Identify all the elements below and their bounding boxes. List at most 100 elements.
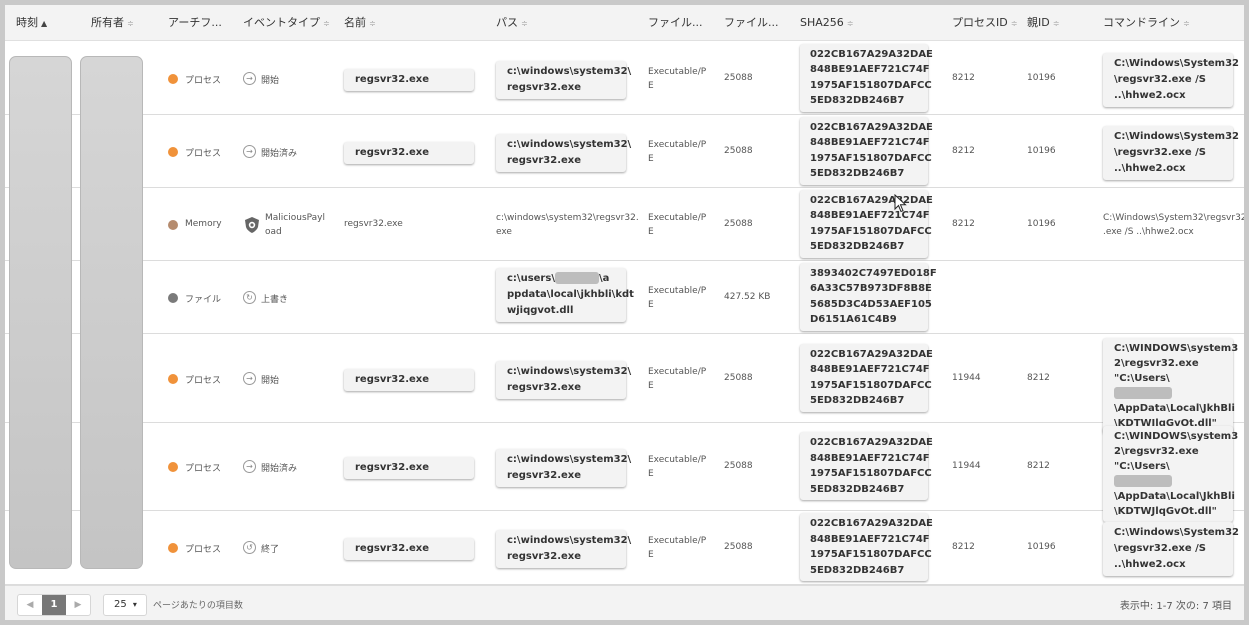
file-size: 25088	[724, 72, 753, 83]
sort-icon[interactable]: ≑	[1183, 19, 1190, 28]
column-header-owner[interactable]: 所有者 ≑	[91, 5, 134, 41]
parent-id: 10196	[1027, 145, 1056, 156]
file-type: Executable/P E	[648, 66, 707, 91]
sort-icon[interactable]: ≑	[521, 19, 528, 28]
sha256-chip[interactable]: 022CB167A29A32DAE 848BE91AEF721C74F 1975…	[800, 432, 933, 500]
column-header-sha256[interactable]: SHA256 ≑	[800, 5, 853, 41]
column-header-label: アーチフ...	[168, 16, 222, 29]
file-type: Executable/P E	[648, 212, 707, 237]
sha256-chip[interactable]: 022CB167A29A32DAE 848BE91AEF721C74F 1975…	[800, 116, 933, 185]
parent-id: 10196	[1027, 542, 1056, 552]
file-path-chip[interactable]: c:\windows\system32\ regsvr32.exe	[496, 60, 631, 99]
artifact-dot-icon	[168, 373, 178, 384]
file-type: Executable/P E	[648, 139, 707, 164]
column-header-time[interactable]: 時刻 ▲	[16, 5, 47, 41]
column-header-label: イベントタイプ	[243, 16, 320, 29]
sort-icon[interactable]: ≑	[1053, 19, 1060, 28]
items-per-page-value: 25	[114, 599, 127, 610]
next-page-button[interactable]: ▶	[66, 595, 90, 615]
command-line-chip[interactable]: C:\WINDOWS\system3 2\regsvr32.exe "C:\Us…	[1103, 426, 1238, 522]
process-name: regsvr32.exe	[344, 218, 403, 229]
column-header-artifact[interactable]: アーチフ...	[168, 5, 222, 41]
event-type-label: 終了	[261, 545, 280, 555]
undo-circle-icon: ↺	[243, 541, 256, 554]
file-path-chip[interactable]: c:\users\ \a ppdata\local\jkhbli\kdt wjiq…	[496, 267, 634, 322]
process-name-chip[interactable]: regsvr32.exe	[344, 141, 474, 164]
table-row[interactable]: プロセス → 開始 regsvr32.exe c:\windows\system32\ …	[5, 334, 1244, 434]
table-row[interactable]: プロセス → 開始済み regsvr32.exe c:\windows\system32…	[5, 423, 1244, 522]
items-per-page-select[interactable]: 25 ▾	[103, 594, 147, 616]
column-header-label: コマンドライン	[1103, 16, 1180, 29]
process-name-chip[interactable]: regsvr32.exe	[344, 538, 474, 560]
column-header-process-id[interactable]: プロセスID ≑	[952, 5, 1017, 41]
file-path-chip[interactable]: c:\windows\system32\ regsvr32.exe	[496, 530, 631, 568]
column-header-name[interactable]: 名前 ≑	[344, 5, 376, 41]
column-header-label: プロセスID	[952, 16, 1008, 29]
sha256-chip[interactable]: 022CB167A29A32DAE 848BE91AEF721C74F 1975…	[800, 43, 933, 112]
chevron-down-icon: ▾	[132, 600, 137, 609]
parent-id: 8212	[1027, 372, 1050, 383]
file-size: 25088	[724, 372, 753, 383]
command-line-chip[interactable]: C:\Windows\System32 \regsvr32.exe /S ..\…	[1103, 125, 1239, 180]
process-id: 8212	[952, 542, 975, 552]
column-header-event-type[interactable]: イベントタイプ ≑	[243, 5, 330, 41]
table-footer: ◀ 1 ▶ 25 ▾ ページあたりの項目数 表示中: 1-7 次の: 7 項目	[5, 585, 1244, 620]
sort-icon[interactable]: ≑	[127, 19, 134, 28]
command-line-chip[interactable]: C:\Windows\System32 \regsvr32.exe /S ..\…	[1103, 52, 1239, 107]
file-path-chip[interactable]: c:\windows\system32\ regsvr32.exe	[496, 133, 631, 172]
items-per-page-label: ページあたりの項目数	[153, 601, 243, 611]
event-type-label: 開始	[261, 375, 280, 386]
artifact-dot-icon	[168, 543, 178, 553]
artifact-dot-icon	[168, 462, 178, 472]
event-type-label: 開始	[261, 75, 280, 86]
sort-icon[interactable]: ≑	[1011, 19, 1018, 28]
overwrite-icon: ↻	[243, 290, 256, 304]
command-line-chip[interactable]: C:\Windows\System32 \regsvr32.exe /S ..\…	[1103, 522, 1239, 576]
column-header-file-type[interactable]: ファイル...	[648, 5, 703, 41]
column-header-label: 時刻	[16, 16, 38, 29]
column-header-label: ファイル...	[724, 16, 779, 29]
process-id: 8212	[952, 145, 975, 156]
command-line-chip[interactable]: C:\WINDOWS\system3 2\regsvr32.exe "C:\Us…	[1103, 337, 1238, 434]
table-header: 時刻 ▲ 所有者 ≑ アーチフ... イベントタイプ ≑ 名前 ≑ パス ≑ ファイル... ファイル.…	[5, 5, 1244, 41]
artifact-dot-icon	[168, 73, 178, 84]
file-path-part: c:\users\	[507, 272, 555, 284]
column-header-parent-id[interactable]: 親ID ≑	[1027, 5, 1059, 41]
column-header-command-line[interactable]: コマンドライン ≑	[1103, 5, 1190, 41]
sort-icon[interactable]: ▲	[41, 19, 47, 28]
artifact-label: プロセス	[185, 464, 222, 474]
artifact-dot-icon	[168, 146, 178, 157]
sort-icon[interactable]: ≑	[369, 19, 376, 28]
process-name-chip[interactable]: regsvr32.exe	[344, 68, 474, 91]
sort-icon[interactable]: ≑	[323, 19, 330, 28]
process-name-chip[interactable]: regsvr32.exe	[344, 368, 474, 391]
file-path-chip[interactable]: c:\windows\system32\ regsvr32.exe	[496, 449, 631, 487]
table-row[interactable]: Memory MaliciousPayl oad regsvr32.exe c:\wi…	[5, 188, 1244, 261]
event-type-label: 開始済み	[261, 464, 298, 474]
column-header-label: SHA256	[800, 16, 844, 29]
arrow-circle-icon: →	[243, 460, 256, 473]
process-id: 11944	[952, 372, 981, 383]
table-row[interactable]: プロセス ↺ 終了 regsvr32.exe c:\windows\system32\ …	[5, 511, 1244, 585]
process-name-chip[interactable]: regsvr32.exe	[344, 457, 474, 479]
table-row[interactable]: ファイル ↻ 上書き c:\users\ \a ppdata\local\jkhbli\…	[5, 261, 1244, 334]
sha256-chip[interactable]: 022CB167A29A32DAE 848BE91AEF721C74F 1975…	[800, 343, 933, 412]
column-header-path[interactable]: パス ≑	[496, 5, 528, 41]
file-type: Executable/P E	[648, 455, 707, 479]
arrow-circle-icon: →	[243, 71, 256, 85]
column-header-file-size[interactable]: ファイル...	[724, 5, 779, 41]
column-header-label: パス	[496, 16, 518, 29]
process-id: 8212	[952, 72, 975, 83]
sha256-chip[interactable]: 3893402C7497ED018F 6A33C57B973DF8B8E 568…	[800, 262, 937, 331]
table-row[interactable]: プロセス → 開始 regsvr32.exe c:\windows\system32\ …	[5, 42, 1244, 115]
sort-icon[interactable]: ≑	[847, 19, 854, 28]
file-path-chip[interactable]: c:\windows\system32\ regsvr32.exe	[496, 360, 631, 399]
artifact-label: Memory	[185, 218, 222, 229]
prev-page-button[interactable]: ◀	[18, 595, 42, 615]
current-page-button[interactable]: 1	[42, 595, 66, 615]
sha256-chip[interactable]: 022CB167A29A32DAE 848BE91AEF721C74F 1975…	[800, 189, 933, 258]
file-size: 25088	[724, 218, 753, 229]
artifact-dot-icon	[168, 219, 178, 230]
sha256-chip[interactable]: 022CB167A29A32DAE 848BE91AEF721C74F 1975…	[800, 513, 933, 581]
table-row[interactable]: プロセス → 開始済み regsvr32.exe c:\windows\system32…	[5, 115, 1244, 188]
